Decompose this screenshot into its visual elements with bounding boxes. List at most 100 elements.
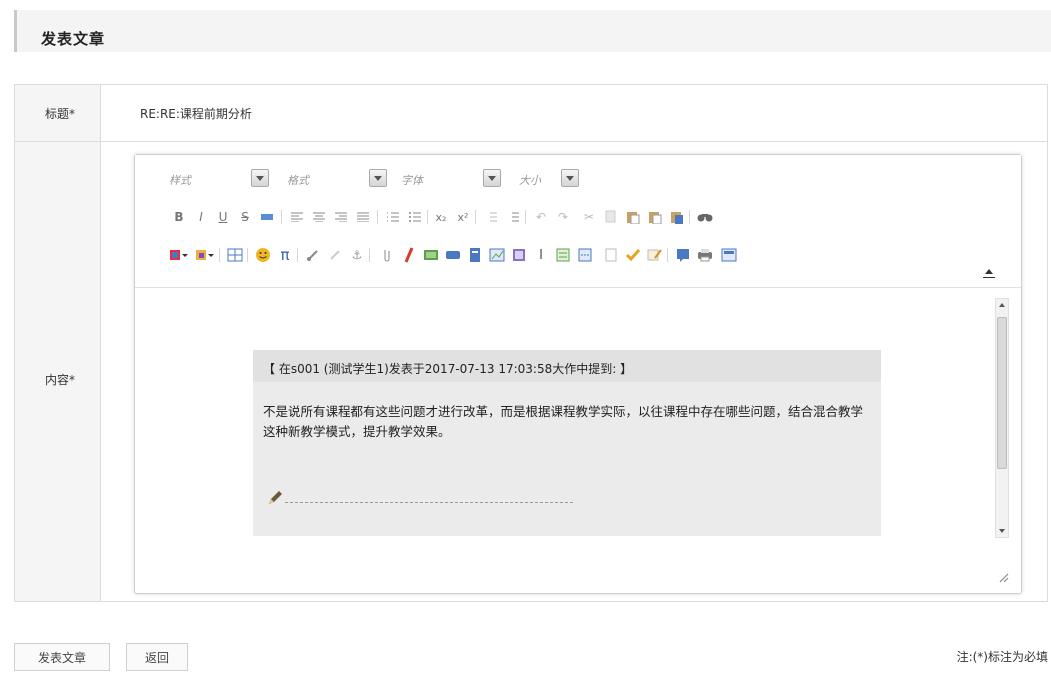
anchor-icon: ⚓ <box>351 248 363 262</box>
cut-button[interactable]: ✂ <box>579 207 599 227</box>
underline-button[interactable]: U <box>213 207 233 227</box>
subscript-button[interactable]: x₂ <box>431 207 451 227</box>
vertical-scrollbar[interactable] <box>995 298 1009 538</box>
toolbar-separator <box>377 210 378 224</box>
template-button[interactable] <box>509 245 529 265</box>
eraser-icon <box>261 214 273 220</box>
quote-body: 不是说所有课程都有这些问题才进行改革，而是根据课程教学实际，以往课程中存在哪些问… <box>263 404 864 439</box>
toolbar-separator <box>297 248 298 262</box>
chevron-down-icon[interactable] <box>251 169 269 187</box>
align-justify-button[interactable] <box>353 207 373 227</box>
new-page-button[interactable] <box>601 245 621 265</box>
link-icon <box>307 250 318 261</box>
font-select-label: 字体 <box>401 174 423 187</box>
page-break-button[interactable] <box>575 245 595 265</box>
chevron-down-icon[interactable] <box>483 169 501 187</box>
align-right-button[interactable] <box>331 207 351 227</box>
anchor-button[interactable]: ⚓ <box>347 245 367 265</box>
back-button[interactable]: 返回 <box>126 643 188 671</box>
indent-icon <box>512 212 519 222</box>
toolbar-separator <box>369 248 370 262</box>
indent-button[interactable] <box>503 207 523 227</box>
edit-button[interactable] <box>645 245 665 265</box>
paperclip-icon <box>384 250 390 262</box>
redo-icon: ↷ <box>557 210 569 224</box>
text-color-icon <box>170 250 188 260</box>
find-replace-button[interactable] <box>695 207 715 227</box>
resize-handle-icon[interactable] <box>997 571 1009 583</box>
background-color-button[interactable] <box>195 245 215 265</box>
size-select[interactable]: 大小 <box>519 169 629 191</box>
chevron-down-icon[interactable] <box>369 169 387 187</box>
outdent-icon <box>490 212 497 222</box>
toolbar-separator <box>667 248 668 262</box>
smiley-button[interactable] <box>253 245 273 265</box>
link-button[interactable] <box>303 245 323 265</box>
paste-word-button[interactable] <box>667 207 687 227</box>
align-left-icon <box>291 212 303 222</box>
strikethrough-button[interactable]: S <box>235 207 255 227</box>
size-select-label: 大小 <box>519 174 541 187</box>
preview-button[interactable] <box>719 245 739 265</box>
attachment-button[interactable] <box>377 245 397 265</box>
superscript-button[interactable]: x² <box>453 207 473 227</box>
copy-button[interactable] <box>601 207 621 227</box>
form-icon <box>556 248 570 262</box>
undo-button[interactable]: ↶ <box>531 207 551 227</box>
textfield-button[interactable]: I <box>531 245 551 265</box>
format-select-label: 格式 <box>287 174 309 187</box>
table-button[interactable] <box>225 245 245 265</box>
redo-button[interactable]: ↷ <box>553 207 573 227</box>
print-button[interactable] <box>695 245 715 265</box>
scroll-up-arrow-icon[interactable] <box>999 303 1005 307</box>
collapse-toolbar-button[interactable] <box>983 267 995 278</box>
image-button[interactable] <box>421 245 441 265</box>
check-button[interactable] <box>623 245 643 265</box>
document-button[interactable] <box>465 245 485 265</box>
chart-icon <box>489 248 505 262</box>
scrollbar-thumb[interactable] <box>997 317 1007 469</box>
chevron-down-icon[interactable] <box>561 169 579 187</box>
numbered-list-button[interactable] <box>383 207 403 227</box>
form-button[interactable] <box>553 245 573 265</box>
paste-button[interactable] <box>623 207 643 227</box>
special-char-button[interactable]: π <box>275 245 295 265</box>
template-icon <box>513 249 525 261</box>
blockquote-button[interactable] <box>673 245 693 265</box>
preview-icon <box>721 248 737 262</box>
pencil-icon <box>269 491 282 504</box>
form-actions: 发表文章 返回 注:(*)标注为必填 <box>14 612 1048 672</box>
style-select[interactable]: 样式 <box>169 169 279 191</box>
text-color-button[interactable] <box>169 245 189 265</box>
toolbar-separator <box>689 210 690 224</box>
align-center-button[interactable] <box>309 207 329 227</box>
italic-button[interactable]: I <box>191 207 211 227</box>
quote-header-text: 【 在s001 (测试学生1)发表于2017-07-13 17:03:58大作中… <box>263 362 633 376</box>
style-select-label: 样式 <box>169 174 191 187</box>
label-column <box>15 85 101 601</box>
remove-format-button[interactable] <box>257 207 277 227</box>
publish-button[interactable]: 发表文章 <box>14 643 110 671</box>
undo-icon: ↶ <box>535 210 547 224</box>
chart-button[interactable] <box>487 245 507 265</box>
flash-icon <box>404 247 414 263</box>
bullet-list-button[interactable] <box>405 207 425 227</box>
align-left-button[interactable] <box>287 207 307 227</box>
title-input[interactable]: RE:RE:课程前期分析 <box>140 105 252 122</box>
flash-button[interactable] <box>399 245 419 265</box>
outdent-button[interactable] <box>481 207 501 227</box>
copy-icon <box>605 210 616 223</box>
font-select[interactable]: 字体 <box>401 169 511 191</box>
media-button[interactable] <box>443 245 463 265</box>
format-select[interactable]: 格式 <box>287 169 397 191</box>
editor-content-area[interactable]: 【 在s001 (测试学生1)发表于2017-07-13 17:03:58大作中… <box>135 288 1021 540</box>
binoculars-icon <box>697 214 713 222</box>
unlink-button[interactable] <box>325 245 345 265</box>
background-color-icon <box>196 250 214 260</box>
bold-button[interactable]: B <box>169 207 189 227</box>
scroll-down-arrow-icon[interactable] <box>999 529 1005 533</box>
rich-text-editor: 样式 格式 字体 大小 B I U S x₂ x² ↶ ↷ ✂ π ⚓ I 【 … <box>134 154 1022 594</box>
toolbar-separator <box>281 210 282 224</box>
pi-icon: π <box>280 246 290 264</box>
paste-text-button[interactable] <box>645 207 665 227</box>
